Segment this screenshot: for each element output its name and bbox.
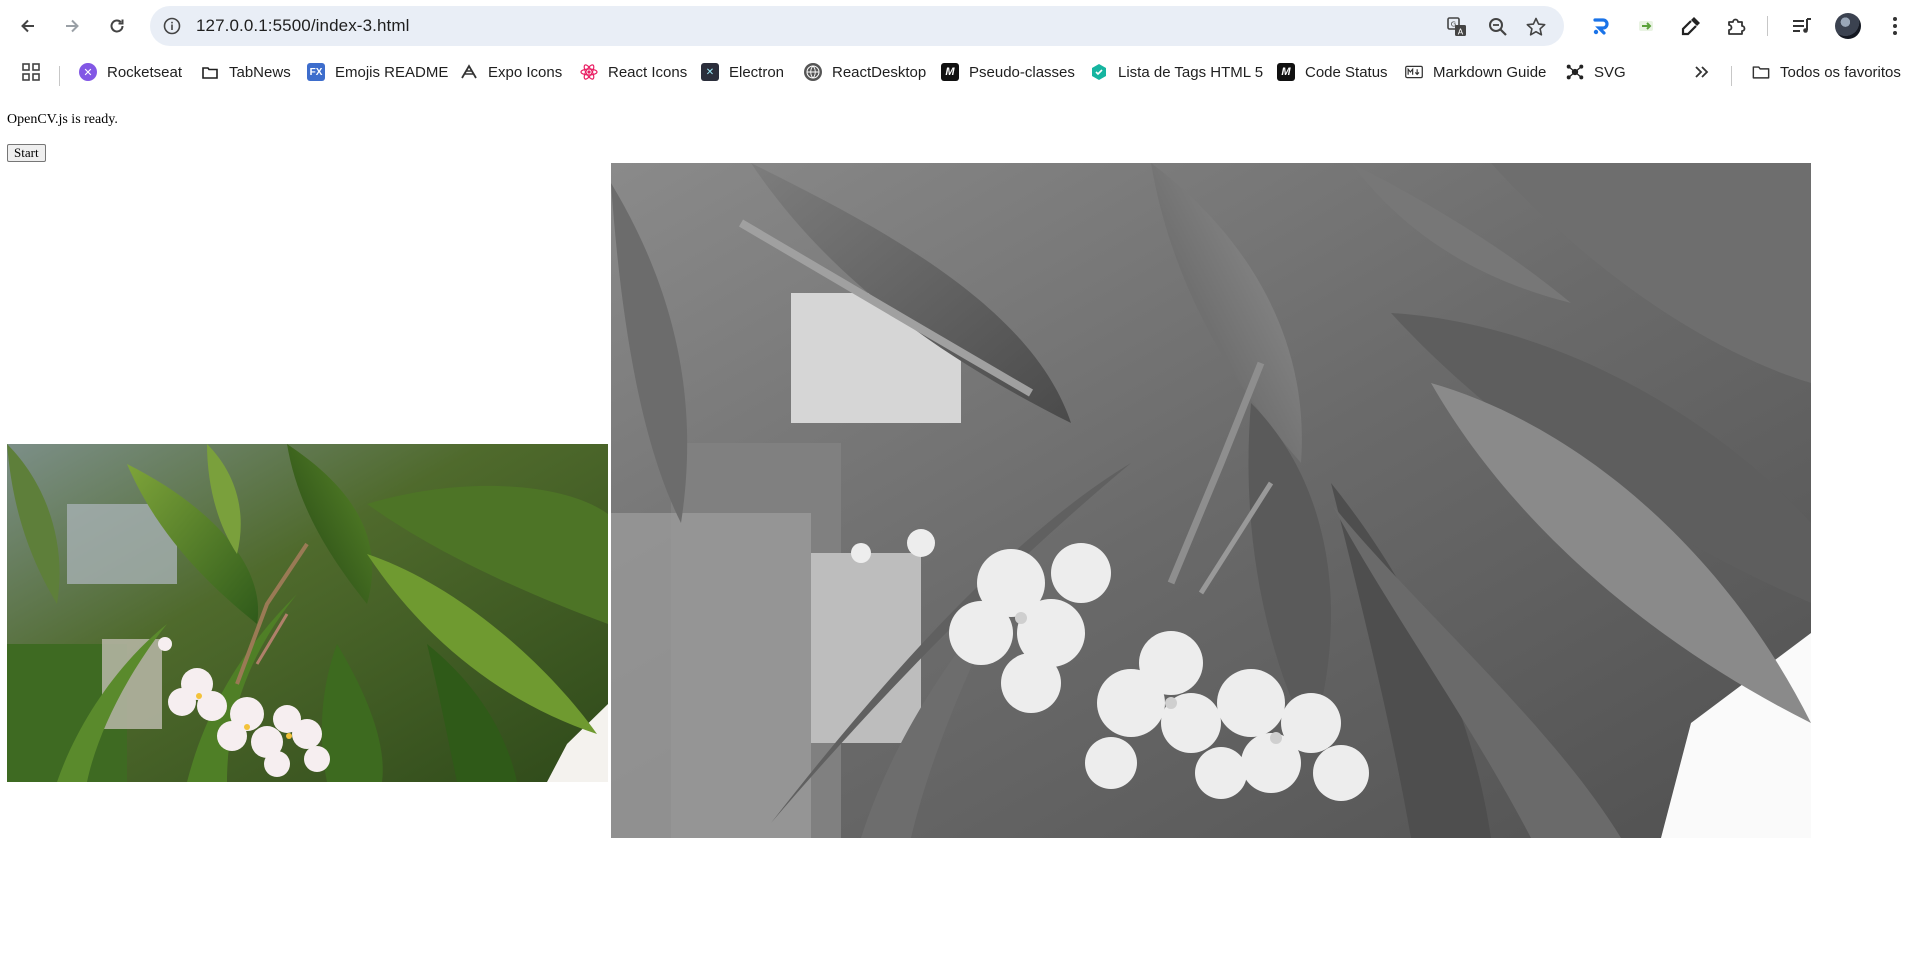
bookmark-rocketseat[interactable]: ✕ Rocketseat [79, 59, 182, 85]
grayscale-output-canvas [611, 163, 1811, 838]
bookmark-expo-icons[interactable]: Expo Icons [460, 59, 562, 85]
bookmark-electron[interactable]: ✕ Electron [701, 59, 784, 85]
svg-text:A: A [1458, 28, 1464, 37]
extension-green-icon[interactable] [1634, 14, 1658, 38]
eyedropper-icon[interactable] [1679, 14, 1703, 38]
bookmarks-divider [59, 66, 60, 86]
bookmark-label: React Icons [608, 63, 688, 81]
translate-icon[interactable]: AG [1446, 16, 1468, 38]
svg-icon [1566, 63, 1584, 81]
info-icon[interactable] [162, 16, 182, 36]
star-icon[interactable] [1525, 16, 1547, 38]
bookmark-label: ReactDesktop [832, 63, 927, 81]
bookmark-svg[interactable]: SVG [1566, 59, 1626, 85]
bookmarks-overflow-button[interactable] [1692, 59, 1710, 85]
reload-button[interactable] [103, 12, 131, 40]
rocketseat-icon: ✕ [79, 63, 97, 81]
all-bookmarks-label: Todos os favoritos [1780, 63, 1901, 81]
mdn-icon: M [941, 63, 959, 81]
browser-toolbar: 127.0.0.1:5500/index-3.html AG [0, 0, 1919, 52]
fx-icon: FX [307, 63, 325, 81]
bookmark-label: Code Status [1305, 63, 1388, 81]
apps-grid-button[interactable] [20, 59, 42, 85]
bookmark-pseudo-classes[interactable]: M Pseudo-classes [941, 59, 1075, 85]
expo-icon [460, 63, 478, 81]
address-bar[interactable]: 127.0.0.1:5500/index-3.html AG [150, 6, 1564, 46]
puzzle-icon[interactable] [1724, 14, 1748, 38]
hexagon-icon [1090, 63, 1108, 81]
globe-icon [804, 63, 822, 81]
electron-icon: ✕ [701, 63, 719, 81]
reload-icon [110, 19, 124, 33]
bookmark-tabnews[interactable]: TabNews [201, 59, 291, 85]
all-bookmarks-folder[interactable]: Todos os favoritos [1752, 59, 1901, 85]
bookmark-label: Rocketseat [107, 63, 183, 81]
toolbar-divider [1767, 16, 1768, 36]
mdn-icon: M [1277, 63, 1295, 81]
kebab-menu-icon[interactable] [1883, 14, 1907, 38]
svg-text:G: G [1451, 21, 1456, 29]
arrow-right-icon [66, 19, 79, 33]
bookmark-markdown-guide[interactable]: Markdown Guide [1405, 59, 1546, 85]
bookmark-label: Emojis README [335, 63, 449, 81]
forward-button[interactable] [58, 12, 86, 40]
bookmarks-divider [1731, 66, 1732, 86]
bookmark-emojis-readme[interactable]: FX Emojis README [307, 59, 448, 85]
avatar[interactable] [1835, 13, 1861, 39]
bookmark-label: Lista de Tags HTML 5 [1118, 63, 1264, 81]
url-text[interactable]: 127.0.0.1:5500/index-3.html [196, 16, 409, 36]
bookmark-code-status[interactable]: M Code Status [1277, 59, 1388, 85]
bookmarks-bar: ✕ Rocketseat TabNews FX Emojis README Ex… [0, 52, 1919, 92]
react-icon [580, 63, 598, 81]
markdown-icon [1405, 63, 1423, 81]
bookmark-label: Pseudo-classes [969, 63, 1075, 81]
bookmark-lista-de-tags[interactable]: Lista de Tags HTML 5 [1090, 59, 1263, 85]
folder-icon [1752, 63, 1770, 81]
back-button[interactable] [14, 12, 42, 40]
plumeria-color-photo [7, 444, 608, 782]
bookmark-label: SVG [1594, 63, 1626, 81]
bookmark-label: Expo Icons [488, 63, 563, 81]
bookmark-react-icons[interactable]: React Icons [580, 59, 687, 85]
status-text: OpenCV.js is ready. [7, 112, 118, 127]
plumeria-grayscale-photo [611, 163, 1811, 838]
bookmark-label: Markdown Guide [1433, 63, 1547, 81]
bookmark-label: TabNews [229, 63, 291, 81]
tabnews-icon [201, 63, 219, 81]
chevron-double-right-icon [1695, 66, 1709, 78]
arrow-left-icon [21, 19, 34, 33]
source-image [7, 444, 608, 782]
extension-blue-icon[interactable] [1589, 14, 1613, 38]
bookmark-label: Electron [729, 63, 785, 81]
apps-grid-icon [22, 63, 40, 81]
media-queue-icon[interactable] [1790, 14, 1814, 38]
zoom-out-icon[interactable] [1487, 16, 1509, 38]
start-button[interactable]: Start [7, 144, 46, 162]
bookmark-reactdesktop[interactable]: ReactDesktop [804, 59, 926, 85]
